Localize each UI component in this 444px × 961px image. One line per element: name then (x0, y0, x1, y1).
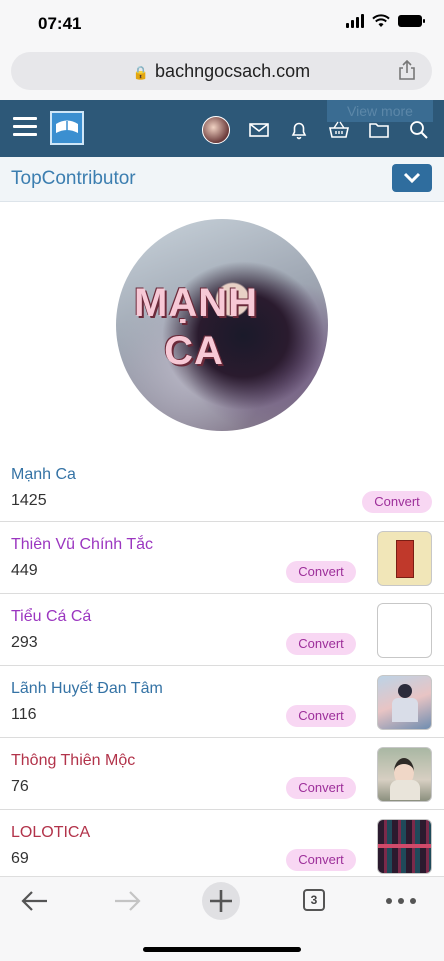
contribution-count: 116 (11, 706, 37, 723)
contributor-name[interactable]: Thông Thiên Mộc (11, 752, 135, 770)
status-time: 07:41 (38, 14, 82, 33)
site-logo[interactable] (50, 111, 84, 145)
contributor-name[interactable]: LOLOTICA (11, 824, 90, 842)
contributor-name[interactable]: Lãnh Huyết Đan Tâm (11, 680, 163, 698)
search-icon[interactable] (408, 119, 430, 141)
site-header: View more (0, 100, 444, 157)
contributor-name[interactable]: Thiên Vũ Chính Tắc (11, 536, 153, 554)
folder-icon[interactable] (368, 119, 390, 141)
contribution-count: 449 (11, 562, 38, 579)
book-logo-icon (56, 120, 78, 133)
menu-icon[interactable] (13, 117, 37, 137)
convert-badge: Convert (362, 491, 432, 513)
convert-badge: Convert (286, 849, 356, 871)
list-item[interactable]: Thiên Vũ Chính Tắc 449 Convert (0, 522, 444, 594)
convert-badge: Convert (286, 633, 356, 655)
contribution-count: 1425 (11, 492, 47, 509)
convert-badge: Convert (286, 777, 356, 799)
tab-count-button[interactable]: 3 (303, 889, 325, 911)
lock-icon: 🔒 (132, 65, 150, 80)
share-icon[interactable] (398, 60, 416, 80)
forward-arrow-icon[interactable] (112, 889, 142, 913)
contributor-list: Mạnh Ca 1425 Convert Thiên Vũ Chính Tắc … (0, 452, 444, 881)
contribution-count: 69 (11, 850, 29, 867)
contributor-name[interactable]: Tiểu Cá Cá (11, 608, 91, 626)
back-arrow-icon[interactable] (20, 889, 50, 913)
header-icons (202, 116, 430, 144)
mail-icon[interactable] (248, 119, 270, 141)
new-tab-button[interactable] (202, 882, 240, 920)
contributor-thumbnail[interactable] (377, 531, 432, 586)
contributor-thumbnail[interactable] (377, 747, 432, 802)
bottom-toolbar: 3 (0, 876, 444, 961)
collapse-button[interactable] (392, 164, 432, 192)
contributor-thumbnail[interactable] (377, 603, 432, 658)
contributor-name[interactable]: Mạnh Ca (11, 466, 76, 484)
basket-icon[interactable] (328, 119, 350, 141)
address-bar[interactable]: 🔒 bachngocsach.com (11, 52, 432, 90)
status-bar: 07:41 (0, 0, 444, 48)
user-avatar[interactable] (202, 116, 230, 144)
convert-badge: Convert (286, 561, 356, 583)
more-options-icon[interactable] (385, 897, 417, 905)
contribution-count: 293 (11, 634, 38, 651)
list-item[interactable]: Lãnh Huyết Đan Tâm 116 Convert (0, 666, 444, 738)
list-item[interactable]: Mạnh Ca 1425 Convert (0, 452, 444, 522)
avatar-caption-line1: MẠNH (134, 281, 258, 325)
home-indicator (143, 947, 301, 952)
contribution-count: 76 (11, 778, 29, 795)
contributor-thumbnail[interactable] (377, 675, 432, 730)
avatar-caption-line2: CA (164, 329, 224, 373)
convert-badge: Convert (286, 705, 356, 727)
list-item[interactable]: Thông Thiên Mộc 76 Convert (0, 738, 444, 810)
signal-icon (346, 14, 364, 28)
section-header: TopContributor (0, 157, 444, 202)
list-item[interactable]: LOLOTICA 69 Convert (0, 810, 444, 881)
wifi-icon (372, 14, 390, 27)
contributor-thumbnail[interactable] (377, 819, 432, 874)
section-title: TopContributor (11, 168, 136, 189)
avatar-caption: MẠNH CA (134, 279, 258, 375)
address-text-wrap: 🔒 bachngocsach.com (11, 61, 432, 82)
status-icons (346, 14, 425, 28)
plus-icon (210, 890, 232, 912)
url-text: bachngocsach.com (155, 61, 311, 81)
browser-toolbar: 🔒 bachngocsach.com (0, 48, 444, 100)
bell-icon[interactable] (288, 119, 310, 141)
battery-icon (398, 15, 425, 27)
chevron-down-icon (403, 172, 421, 184)
top-contributor-avatar[interactable]: MẠNH CA (116, 219, 328, 431)
list-item[interactable]: Tiểu Cá Cá 293 Convert (0, 594, 444, 666)
